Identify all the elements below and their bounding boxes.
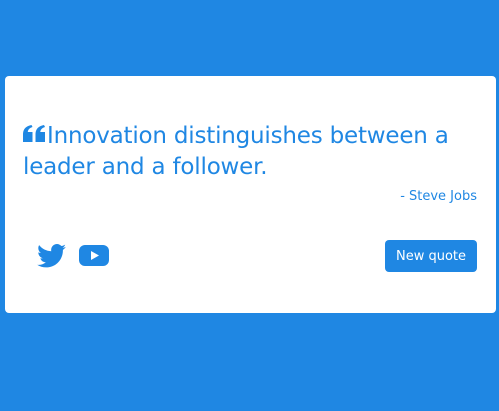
quote-card: Innovation distinguishes between a leade… [5,76,496,313]
quote-text-block: Innovation distinguishes between a leade… [23,120,478,183]
new-quote-button[interactable]: New quote [385,240,477,272]
quote-left-icon [23,120,46,142]
quote-text: Innovation distinguishes between a leade… [23,123,449,180]
quote-author: - Steve Jobs [400,189,477,204]
youtube-icon [79,244,109,267]
youtube-link[interactable] [79,244,109,270]
twitter-icon [37,244,66,268]
tweet-quote-link[interactable] [37,244,66,270]
